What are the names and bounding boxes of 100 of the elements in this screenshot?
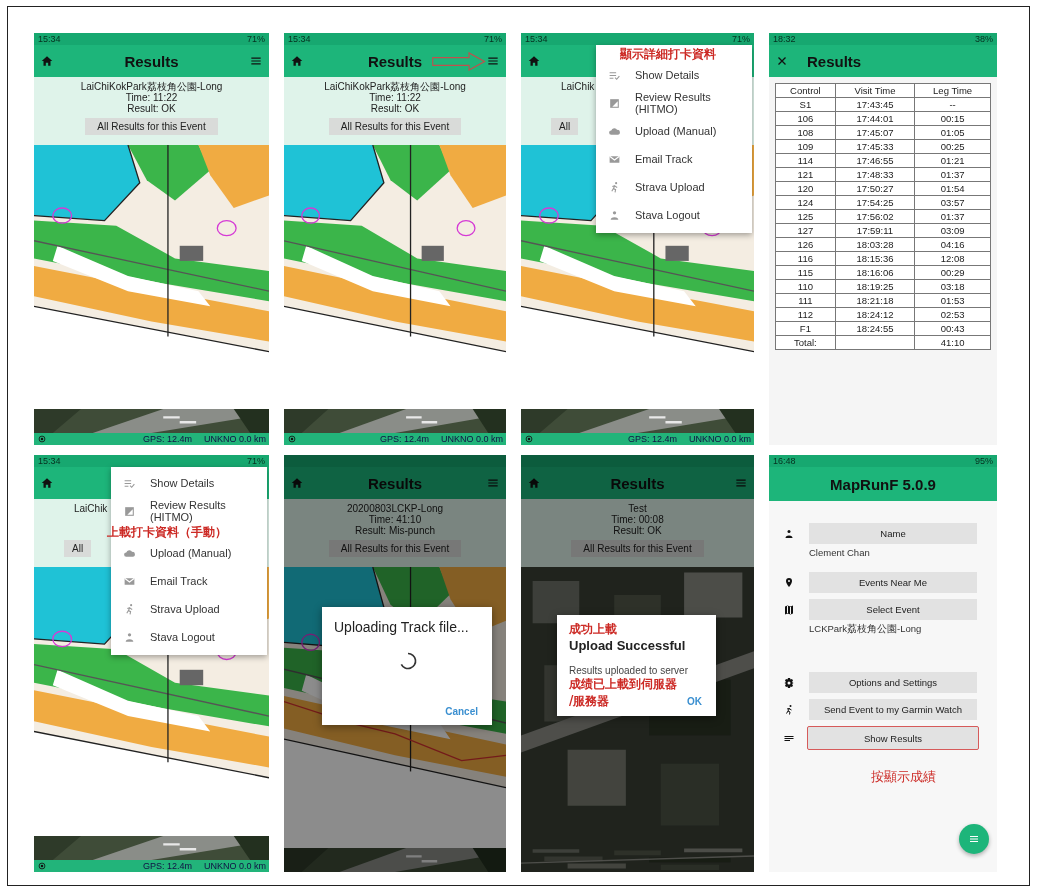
settings-icon	[783, 676, 795, 689]
battery-level: 71%	[484, 34, 502, 44]
column-header: Leg Time	[914, 83, 991, 98]
table-cell: 111	[775, 293, 836, 308]
table-cell: F1	[775, 321, 836, 336]
table-cell: 17:43:45	[835, 97, 915, 112]
table-cell: 00:29	[914, 265, 991, 280]
table-cell: 120	[775, 181, 836, 196]
menu-item[interactable]: Show Details	[596, 61, 752, 89]
table-cell: 03:57	[914, 195, 991, 210]
menu-item[interactable]: Strava Upload	[111, 595, 267, 623]
table-cell: 01:05	[914, 125, 991, 140]
battery-level: 71%	[247, 456, 265, 466]
all-results-button[interactable]: All	[64, 540, 92, 557]
home-icon[interactable]	[290, 54, 304, 68]
column-header: Control	[775, 83, 836, 98]
menu-item[interactable]: Strava Upload	[596, 173, 752, 201]
table-cell: Total:	[775, 335, 836, 350]
menu-label: Email Track	[150, 575, 208, 587]
table-cell: 00:25	[914, 139, 991, 154]
event-name: LaiChiKokPark荔枝角公園-Long	[80, 81, 223, 92]
menu-item[interactable]: Stava Logout	[596, 201, 752, 229]
menu-button[interactable]: Select Event	[809, 599, 977, 620]
menu-button[interactable]: Name	[809, 523, 977, 544]
target-icon[interactable]	[524, 434, 534, 444]
event-name: LaiChiKokPark荔枝角公園-Long	[324, 81, 466, 92]
table-cell: 18:24:12	[835, 307, 915, 322]
table-cell: 01:21	[914, 153, 991, 168]
menu-item[interactable]: Upload (Manual)	[596, 117, 752, 145]
dialog-title: Uploading Track file...	[334, 619, 470, 635]
table-cell: 17:46:55	[835, 153, 915, 168]
table-cell: 00:15	[914, 111, 991, 126]
table-cell: 41:10	[914, 335, 991, 350]
field-value: Clement Chan	[809, 547, 871, 558]
table-cell: 124	[775, 195, 836, 210]
app-title: MapRunF 5.0.9	[830, 475, 936, 493]
menu-icon	[968, 833, 980, 845]
menu-label: Review Results (HITMO)	[150, 499, 227, 523]
menu-item[interactable]: Show Details	[111, 469, 267, 497]
table-cell: 18:03:28	[835, 237, 915, 252]
menu-item[interactable]: Review Results (HITMO)	[596, 89, 752, 117]
result-status: Result: OK	[127, 103, 176, 114]
table-cell: 03:09	[914, 223, 991, 238]
all-results-button[interactable]: All Results for this Event	[571, 540, 704, 557]
gps-accuracy: GPS: 12.4m	[626, 434, 677, 444]
table-cell: 17:45:33	[835, 139, 915, 154]
table-cell: 17:44:01	[835, 111, 915, 126]
pin-icon	[783, 576, 795, 589]
status-time: 15:34	[525, 34, 548, 44]
menu-item[interactable]: Stava Logout	[111, 623, 267, 651]
menu-label: Upload (Manual)	[635, 125, 717, 137]
annotation-text: 按顯示成績	[870, 768, 936, 786]
menu-button[interactable]: Show Results	[807, 726, 979, 750]
target-icon[interactable]	[287, 434, 297, 444]
menu-item[interactable]: Review Results (HITMO)	[111, 497, 267, 525]
status-time: 15:34	[288, 34, 311, 44]
menu-button[interactable]: Options and Settings	[809, 672, 977, 693]
field-value: LCKPark荔枝角公園-Long	[809, 623, 923, 636]
home-icon[interactable]	[40, 54, 54, 68]
status-time: 16:48	[773, 456, 796, 466]
all-results-button[interactable]: All Results for this Event	[328, 540, 462, 557]
home-icon[interactable]	[527, 54, 541, 68]
all-results-button[interactable]: All Results for this Event	[85, 118, 218, 135]
table-cell: 17:56:02	[835, 209, 915, 224]
table-cell: 01:53	[914, 293, 991, 308]
image-icon	[608, 96, 621, 110]
menu-label: Stava Logout	[150, 631, 215, 643]
table-cell: 115	[775, 265, 836, 280]
status-time: 15:34	[38, 34, 61, 44]
result-status: Result: Mis-punch	[355, 525, 435, 536]
all-results-button[interactable]: All Results for this Event	[328, 118, 462, 135]
menu-item[interactable]: Upload (Manual)	[111, 539, 267, 567]
result-time: Time: 41:10	[368, 514, 422, 525]
table-cell: 03:18	[914, 279, 991, 294]
event-name: LaiChik	[561, 81, 595, 92]
result-status: Result: OK	[613, 525, 662, 536]
battery-level: 71%	[247, 34, 265, 44]
home-icon[interactable]	[40, 476, 54, 490]
battery-level: 38%	[975, 34, 993, 44]
runner-icon	[783, 703, 795, 716]
table-cell: 01:37	[914, 167, 991, 182]
menu-item[interactable]: Email Track	[596, 145, 752, 173]
target-icon[interactable]	[37, 434, 47, 444]
all-results-button[interactable]: All	[551, 118, 579, 135]
table-cell: 127	[775, 223, 836, 238]
table-cell: 17:54:25	[835, 195, 915, 210]
status-time: 18:32	[773, 34, 796, 44]
table-cell: 17:45:07	[835, 125, 915, 140]
menu-label: Stava Logout	[635, 209, 700, 221]
image-icon	[123, 504, 136, 518]
menu-label: Show Details	[635, 69, 700, 81]
menu-label: Strava Upload	[635, 181, 705, 193]
target-icon[interactable]	[37, 861, 47, 871]
gps-accuracy: GPS: 12.4m	[141, 434, 192, 444]
table-cell: 126	[775, 237, 836, 252]
table-cell: 125	[775, 209, 836, 224]
menu-item[interactable]: Email Track	[111, 567, 267, 595]
menu-button[interactable]: Events Near Me	[809, 572, 977, 593]
battery-level: 95%	[975, 456, 993, 466]
menu-button[interactable]: Send Event to my Garmin Watch	[809, 699, 977, 720]
